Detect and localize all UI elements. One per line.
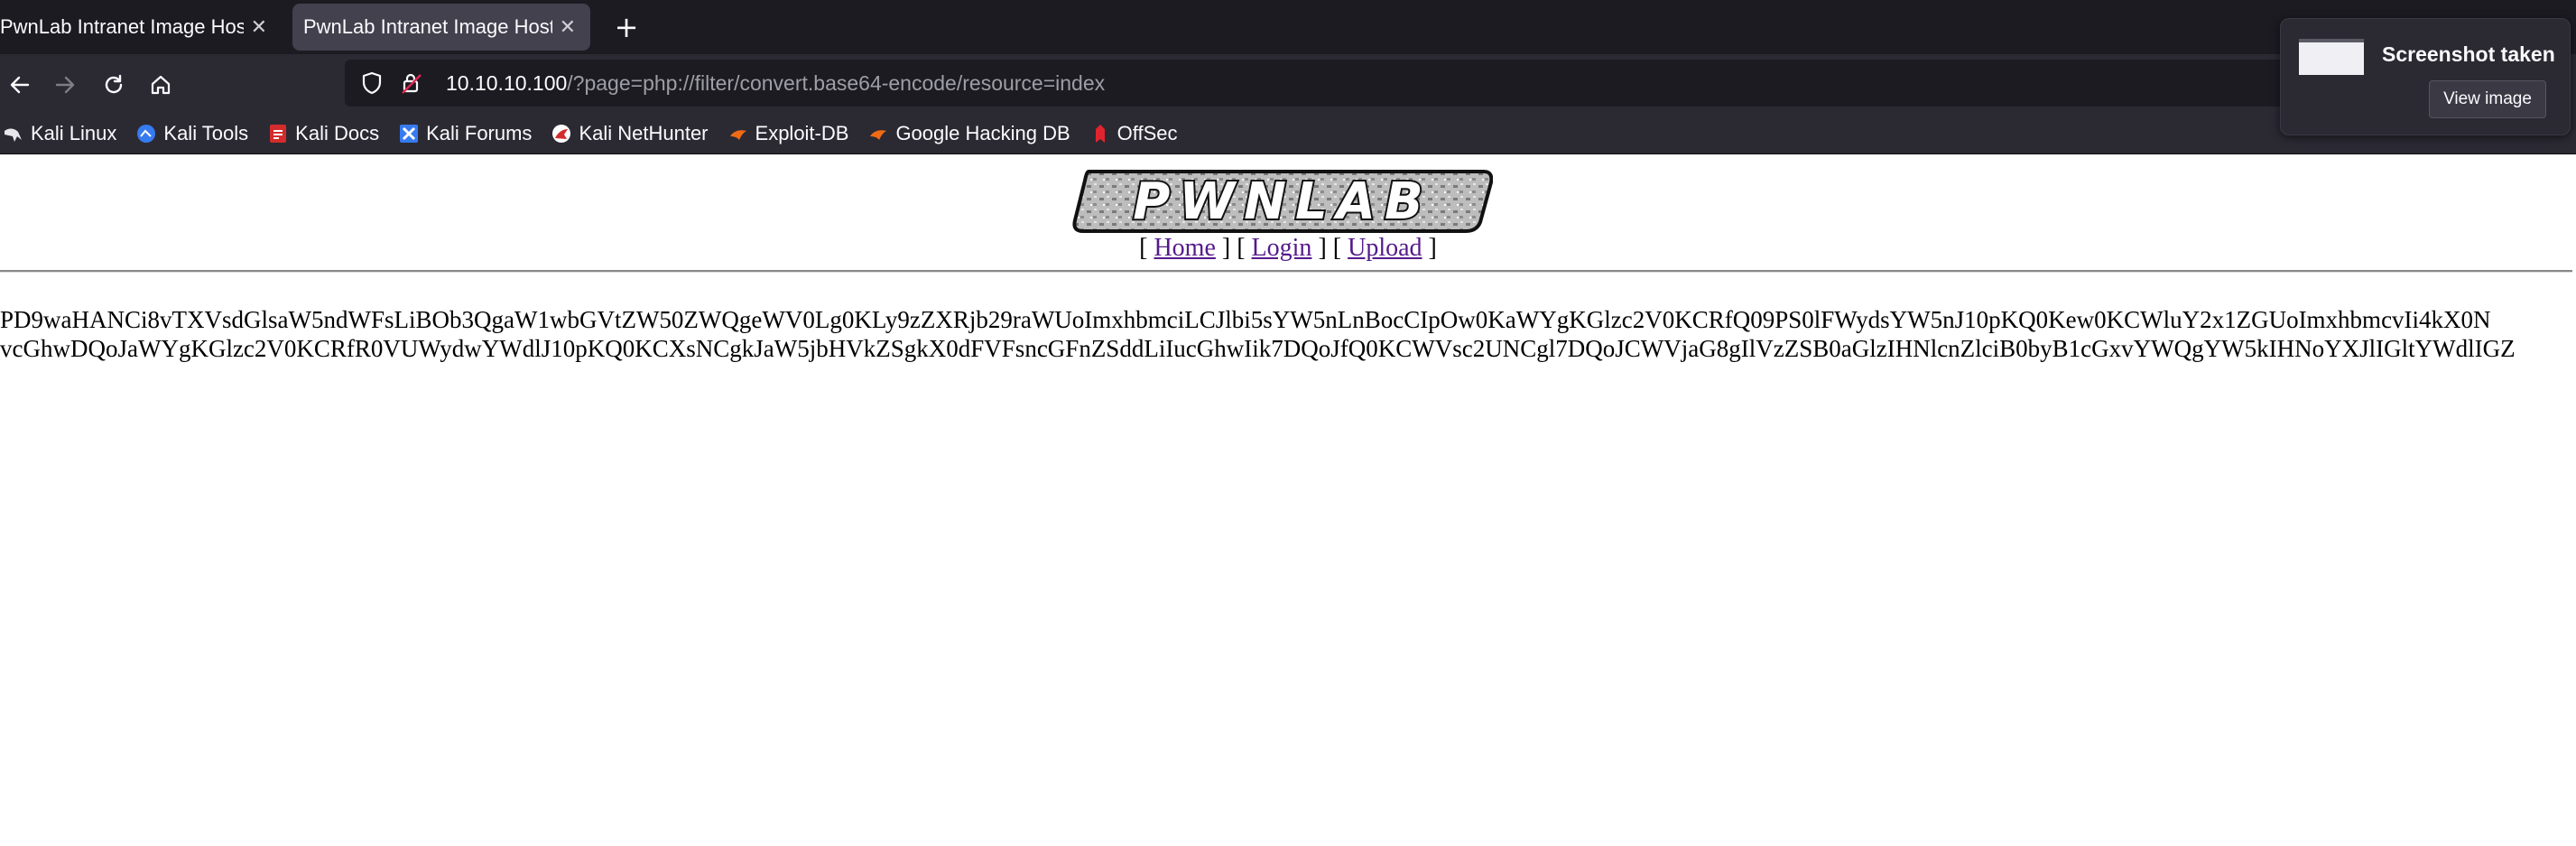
url-host: 10.10.10.100: [446, 70, 568, 95]
bracket-separator: ] [: [1221, 234, 1246, 262]
bookmark-offsec[interactable]: OffSec: [1090, 122, 1178, 145]
bookmark-label: Kali Docs: [295, 122, 380, 144]
bookmark-kali-tools[interactable]: Kali Tools: [136, 122, 248, 145]
bookmark-label: Kali Forums: [426, 122, 533, 144]
login-link[interactable]: Login: [1252, 234, 1312, 262]
bookmark-kali-forums[interactable]: Kali Forums: [399, 122, 532, 145]
kali-tools-icon: [136, 124, 156, 144]
bookmark-label: Kali Tools: [163, 122, 249, 144]
tab-title: PwnLab Intranet Image Hosti: [303, 15, 552, 38]
home-link[interactable]: Home: [1154, 234, 1215, 262]
kali-docs-icon: [268, 124, 288, 144]
bracket-open: [: [1139, 234, 1148, 262]
bookmark-kali-linux[interactable]: Kali Linux: [4, 122, 116, 145]
ghdb-icon: [868, 124, 888, 144]
bookmark-google-hacking-db[interactable]: Google Hacking DB: [868, 122, 1070, 145]
tracking-protection-shield-icon[interactable]: [356, 67, 388, 99]
exploit-db-icon: [728, 124, 748, 144]
tab-pwnlab-1[interactable]: PwnLab Intranet Image Hosti ✕: [0, 4, 282, 51]
logo-text: PWNLAB: [1133, 172, 1432, 231]
back-arrow-icon: [10, 76, 30, 94]
back-button[interactable]: [0, 65, 40, 105]
home-icon: [151, 75, 171, 95]
bookmark-label: Kali NetHunter: [579, 122, 709, 144]
screenshot-thumbnail: [2299, 39, 2364, 75]
url-path: /?page=php://filter/convert.base64-encod…: [567, 70, 1106, 95]
view-image-button[interactable]: View image: [2429, 80, 2546, 118]
bracket-close: ]: [1428, 234, 1437, 262]
reload-icon: [105, 74, 123, 94]
forward-arrow-icon: [55, 76, 75, 94]
bookmark-kali-docs[interactable]: Kali Docs: [268, 122, 379, 145]
address-bar[interactable]: 10.10.10.100/?page=php://filter/convert.…: [345, 60, 2403, 107]
insecure-lock-icon[interactable]: [395, 67, 428, 99]
bookmark-label: OffSec: [1117, 122, 1178, 144]
bookmark-kali-nethunter[interactable]: Kali NetHunter: [551, 122, 709, 145]
forward-button[interactable]: [45, 65, 85, 105]
bookmarks-toolbar: Kali Linux Kali Tools Kali Docs Kali For…: [0, 114, 2576, 154]
horizontal-rule: [0, 270, 2572, 273]
bookmark-label: Kali Linux: [31, 122, 117, 144]
home-button[interactable]: [141, 65, 181, 105]
site-nav: [ Home ] [ Login ] [ Upload ]: [0, 234, 2576, 263]
bracket-separator: ] [: [1318, 234, 1342, 262]
reload-button[interactable]: [94, 65, 134, 105]
base64-output-line-2: vcGhwDQoJaWYgKGlzc2V0KCRfR0VUWydwYWdlJ10…: [0, 335, 2516, 362]
kali-dragon-icon: [4, 124, 23, 144]
bookmark-label: Exploit-DB: [755, 122, 849, 144]
base64-output-line-1: PD9waHANCi8vTXVsdGlsaW5ndWFsLiBOb3QgaW1w…: [0, 306, 2491, 333]
upload-link[interactable]: Upload: [1348, 234, 1422, 262]
tab-pwnlab-2-active[interactable]: PwnLab Intranet Image Hosti ✕: [292, 4, 590, 51]
close-tab-icon[interactable]: ✕: [251, 15, 267, 39]
kali-forums-icon: [399, 124, 419, 144]
url-text: 10.10.10.100/?page=php://filter/convert.…: [446, 71, 1105, 96]
bookmark-exploit-db[interactable]: Exploit-DB: [728, 122, 849, 145]
nethunter-icon: [551, 124, 571, 144]
notification-title: Screenshot taken: [2382, 42, 2555, 66]
page-viewport: PWNLAB [ Home ] [ Login ] [ Upload ] PD9…: [0, 154, 2576, 846]
bookmark-label: Google Hacking DB: [895, 122, 1070, 144]
pwnlab-logo: PWNLAB: [1072, 170, 1493, 233]
tab-title: PwnLab Intranet Image Hosti: [0, 15, 244, 38]
close-tab-icon[interactable]: ✕: [560, 15, 576, 39]
new-tab-button[interactable]: +: [607, 7, 646, 47]
screenshot-notification: Screenshot taken View image: [2280, 18, 2571, 135]
tab-bar: PwnLab Intranet Image Hosti ✕ PwnLab Int…: [0, 0, 2576, 54]
offsec-icon: [1090, 124, 1110, 144]
